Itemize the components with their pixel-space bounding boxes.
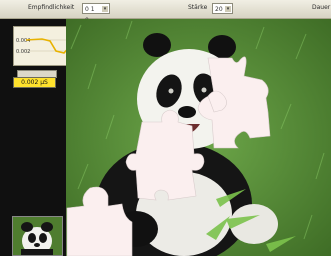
preview-thumbnail[interactable] bbox=[12, 216, 63, 256]
sensitivity-label: Empfindlichkeit bbox=[28, 4, 75, 11]
strength-value: 20 bbox=[215, 6, 223, 13]
graph-tick-label: 0.002 bbox=[16, 49, 30, 55]
value-display: 0.002 µS bbox=[13, 77, 56, 88]
chevron-down-icon: ▾ bbox=[225, 6, 231, 12]
graph-tick-label: 0.004 bbox=[16, 38, 30, 44]
toolbar: Empfindlichkeit 0 1 0 ▾ Stärke 20 ▾ Daue… bbox=[0, 0, 331, 24]
sensitivity-select[interactable]: 0 1 0 ▾ bbox=[82, 3, 110, 24]
chevron-down-icon: ▾ bbox=[102, 6, 108, 12]
strength-label: Stärke bbox=[188, 4, 208, 11]
strength-select[interactable]: 20 ▾ bbox=[212, 3, 233, 14]
duration-label: Dauer bbox=[312, 4, 331, 11]
panda-thumbnail-image bbox=[13, 217, 62, 255]
